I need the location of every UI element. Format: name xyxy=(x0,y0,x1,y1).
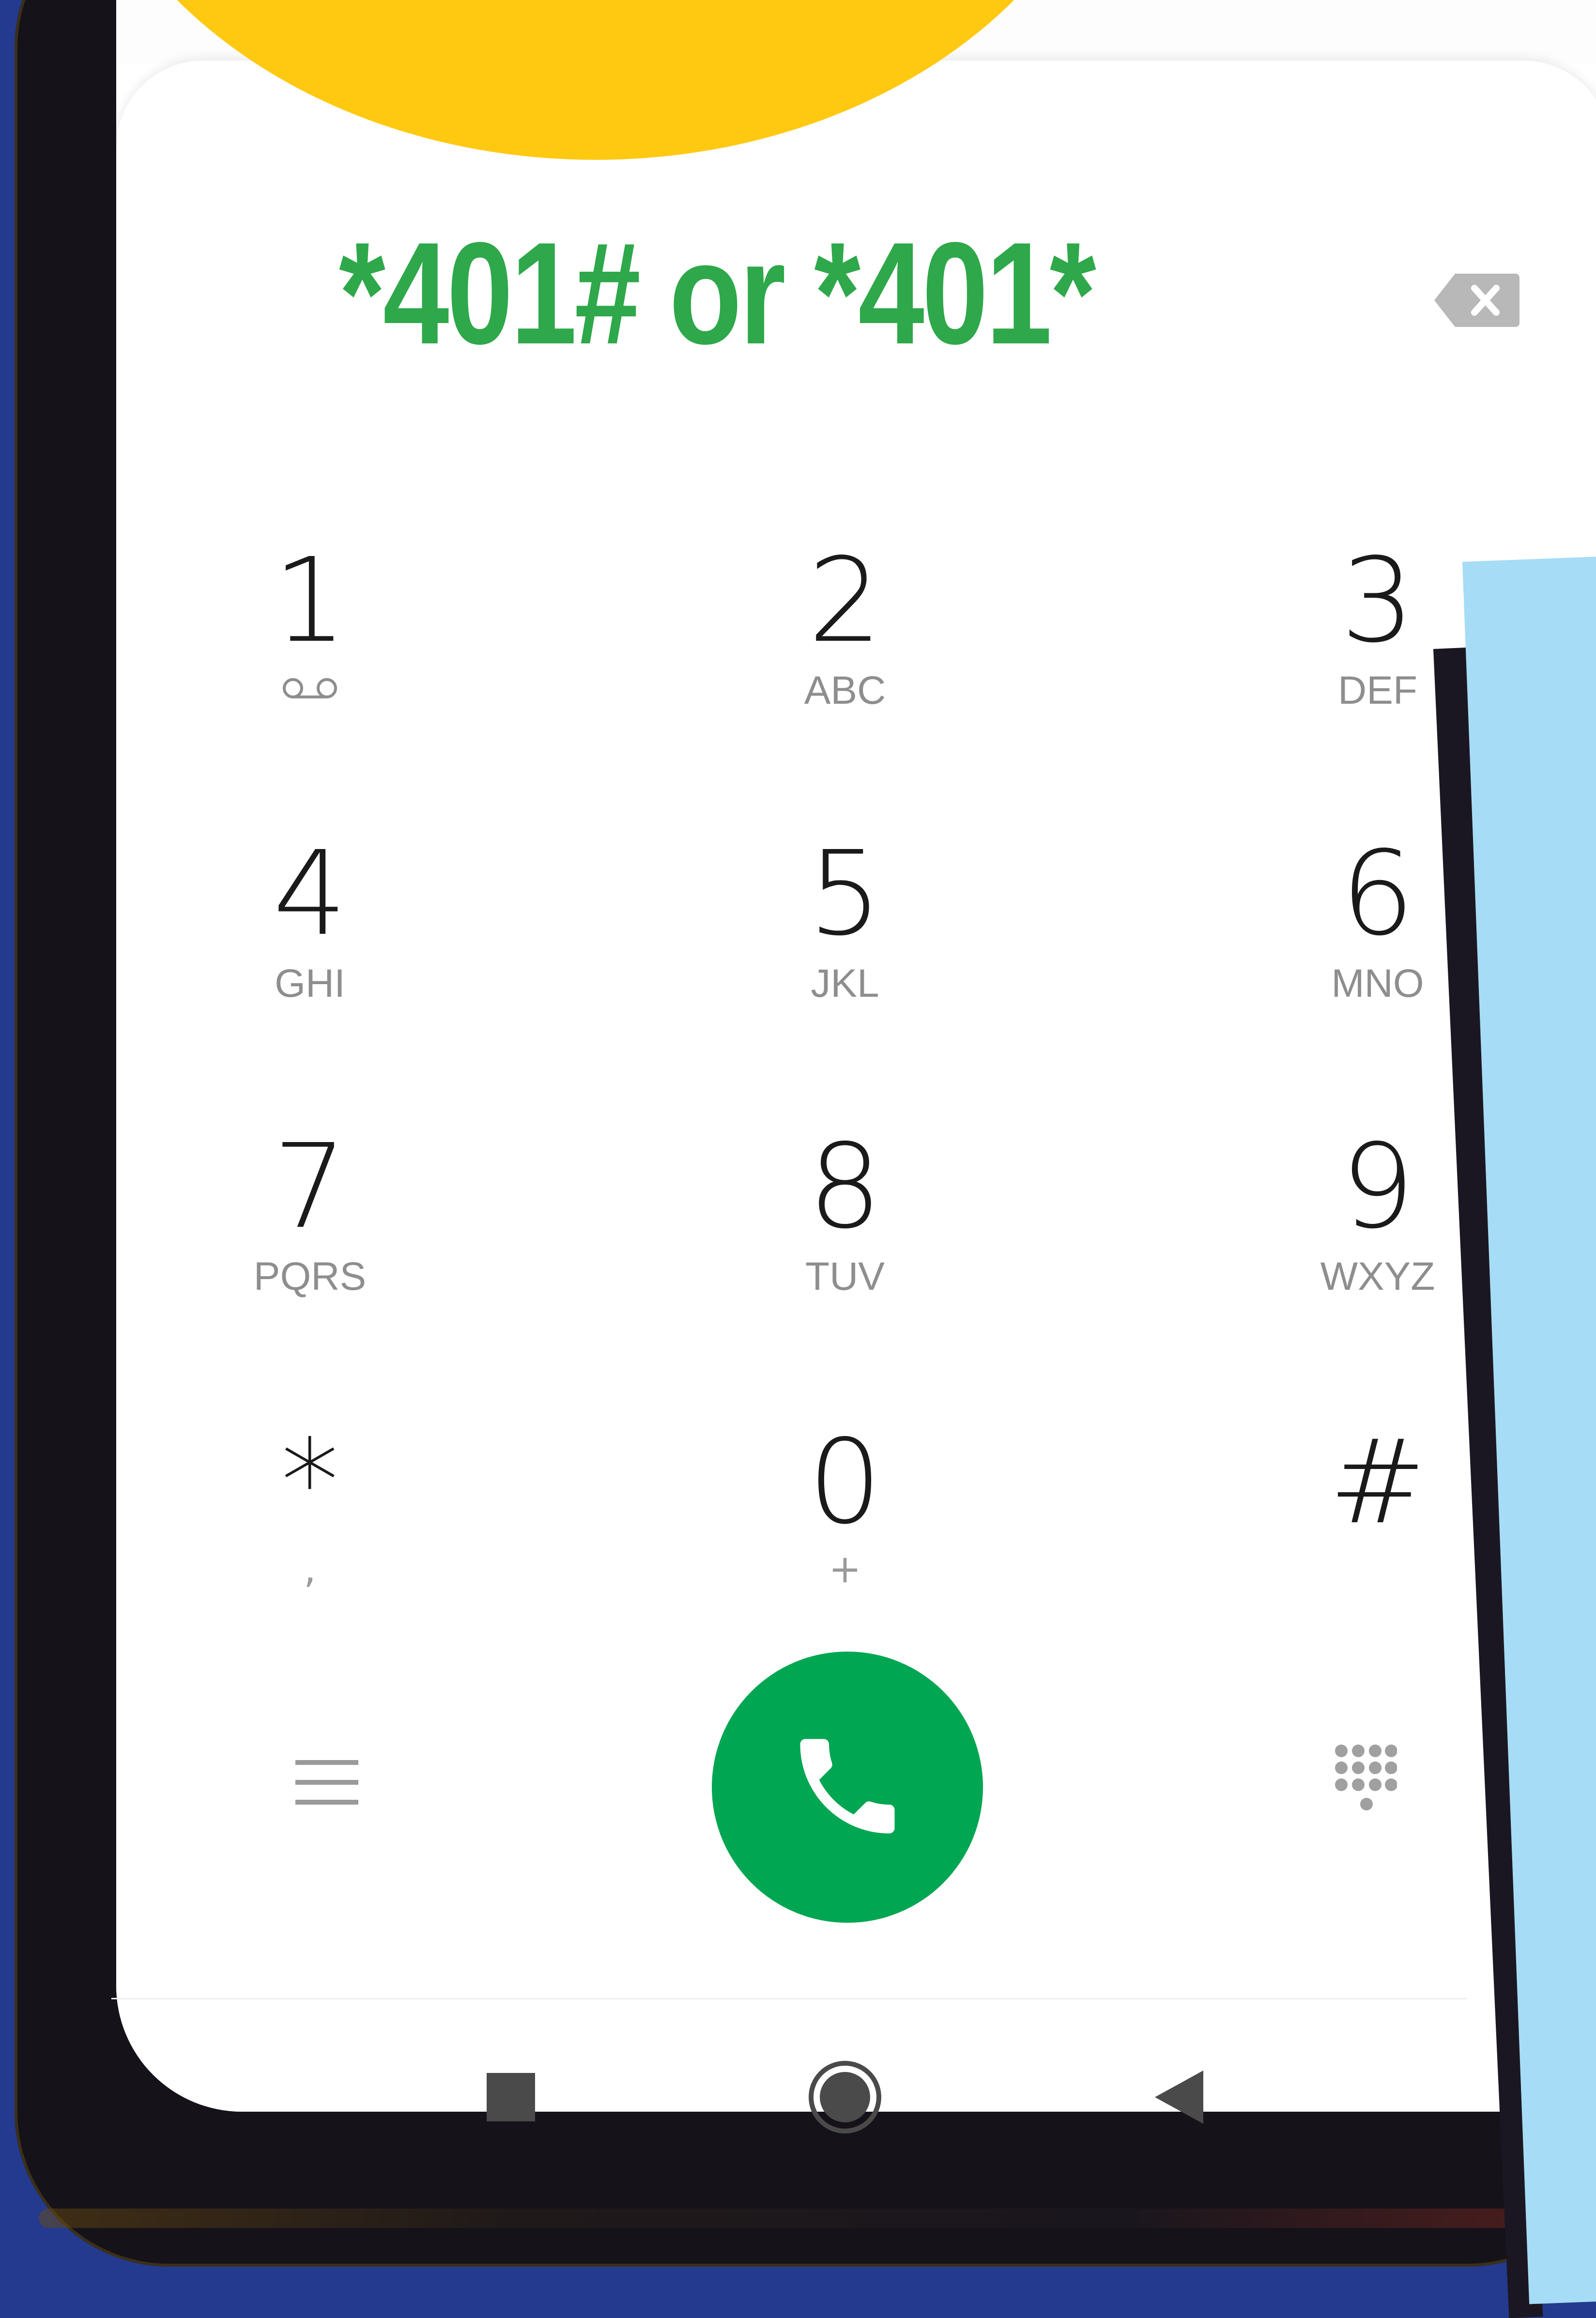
key-letters: JKL xyxy=(811,961,879,1005)
menu-icon[interactable] xyxy=(295,1753,358,1811)
key-digit: 8 xyxy=(808,1119,882,1254)
key-star[interactable]: * , xyxy=(174,1419,445,1623)
key-7[interactable]: 7 PQRS xyxy=(174,1124,445,1327)
key-digit: 1 xyxy=(273,533,347,668)
key-5[interactable]: 5 JKL xyxy=(709,831,981,1034)
key-0[interactable]: 0 + xyxy=(709,1419,981,1623)
key-8[interactable]: 8 TUV xyxy=(709,1124,981,1327)
key-digit: 5 xyxy=(808,826,882,961)
key-letters: GHI xyxy=(275,961,345,1005)
key-digit: 4 xyxy=(273,826,347,961)
square-icon[interactable] xyxy=(487,2073,535,2121)
voicemail-icon xyxy=(278,676,341,703)
call-button[interactable] xyxy=(712,1652,983,1923)
home-circle-icon[interactable] xyxy=(806,2058,884,2136)
key-1[interactable]: 1 xyxy=(174,538,445,741)
dial-display: *401# or *401* xyxy=(339,212,1259,374)
phone-icon xyxy=(784,1723,910,1852)
key-sub-symbol: + xyxy=(829,1546,861,1592)
key-4[interactable]: 4 GHI xyxy=(174,831,445,1034)
dialed-number: *401# or *401* xyxy=(339,212,1096,374)
key-digit: 7 xyxy=(273,1119,347,1254)
key-letters: TUV xyxy=(805,1254,885,1298)
back-triangle-icon[interactable] xyxy=(1152,2068,1206,2126)
nav-divider xyxy=(111,1998,1467,1999)
key-digit: * xyxy=(281,1414,339,1550)
dialpad-icon[interactable] xyxy=(1334,1744,1397,1826)
key-letters: PQRS xyxy=(253,1254,367,1298)
backspace-icon[interactable] xyxy=(1433,271,1520,329)
key-letters: ABC xyxy=(804,668,886,712)
key-2[interactable]: 2 ABC xyxy=(709,538,981,741)
key-sub-symbol: , xyxy=(304,1546,316,1592)
bezel-edge xyxy=(39,2209,1588,2228)
key-digit: 0 xyxy=(808,1414,882,1550)
key-digit: 2 xyxy=(808,533,882,668)
